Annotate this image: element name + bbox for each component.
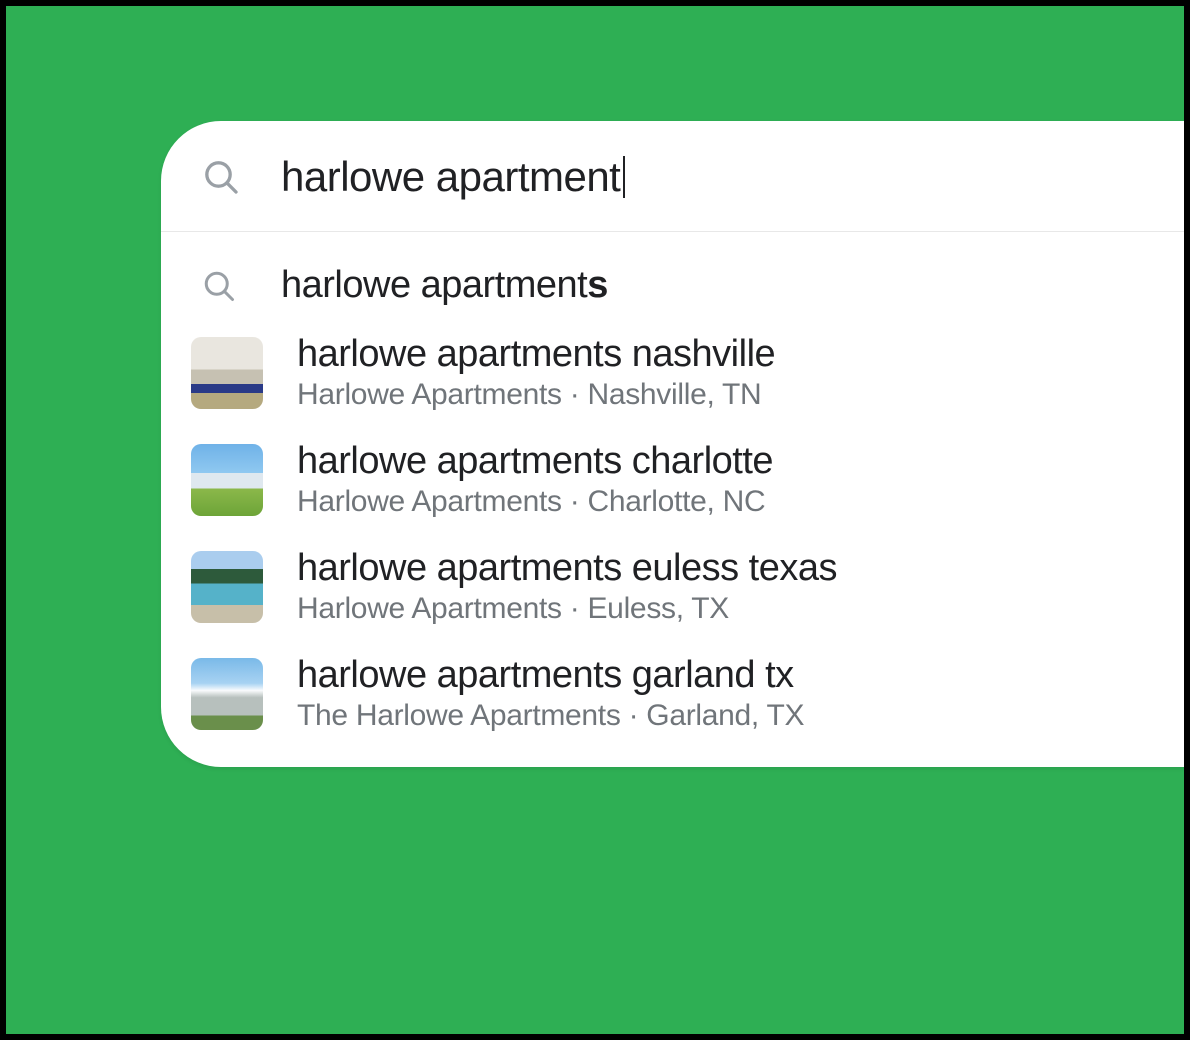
suggestion-body: harlowe apartments garland tx The Harlow… [297,654,804,733]
search-icon [201,157,241,197]
suggestion-item-simple[interactable]: harlowe apartments [161,242,1184,319]
suggestion-title-suffix: s [587,264,608,306]
suggestions-list: harlowe apartments harlowe apartments na… [161,232,1184,767]
search-query-text: harlowe apartment [281,153,620,200]
suggestion-thumbnail [191,658,263,730]
suggestion-item-place[interactable]: harlowe apartments garland tx The Harlow… [161,640,1184,747]
search-input-row[interactable]: harlowe apartment [161,121,1184,232]
search-autocomplete-panel: harlowe apartment harlowe apartments [161,121,1184,767]
suggestion-subtitle: The Harlowe Apartments · Garland, TX [297,699,804,733]
suggestion-item-place[interactable]: harlowe apartments nashville Harlowe Apa… [161,319,1184,426]
suggestion-title: harlowe apartments garland tx [297,654,804,697]
suggestion-thumbnail [191,444,263,516]
suggestion-title: harlowe apartments nashville [297,333,775,376]
suggestion-thumbnail [191,551,263,623]
suggestion-subtitle: Harlowe Apartments · Euless, TX [297,592,837,626]
suggestion-title: harlowe apartments [281,264,608,307]
suggestion-thumbnail [191,337,263,409]
suggestion-subtitle: Harlowe Apartments · Charlotte, NC [297,485,773,519]
suggestion-item-place[interactable]: harlowe apartments charlotte Harlowe Apa… [161,426,1184,533]
suggestion-body: harlowe apartments euless texas Harlowe … [297,547,837,626]
search-input[interactable]: harlowe apartment [281,153,623,201]
text-cursor [623,156,625,198]
search-icon [201,268,237,304]
suggestion-body: harlowe apartments charlotte Harlowe Apa… [297,440,773,519]
suggestion-title: harlowe apartments charlotte [297,440,773,483]
suggestion-title-prefix: harlowe apartment [281,264,587,306]
suggestion-subtitle: Harlowe Apartments · Nashville, TN [297,378,775,412]
suggestion-item-place[interactable]: harlowe apartments euless texas Harlowe … [161,533,1184,640]
suggestion-body: harlowe apartments nashville Harlowe Apa… [297,333,775,412]
stage: harlowe apartment harlowe apartments [6,6,1184,1034]
suggestion-title: harlowe apartments euless texas [297,547,837,590]
